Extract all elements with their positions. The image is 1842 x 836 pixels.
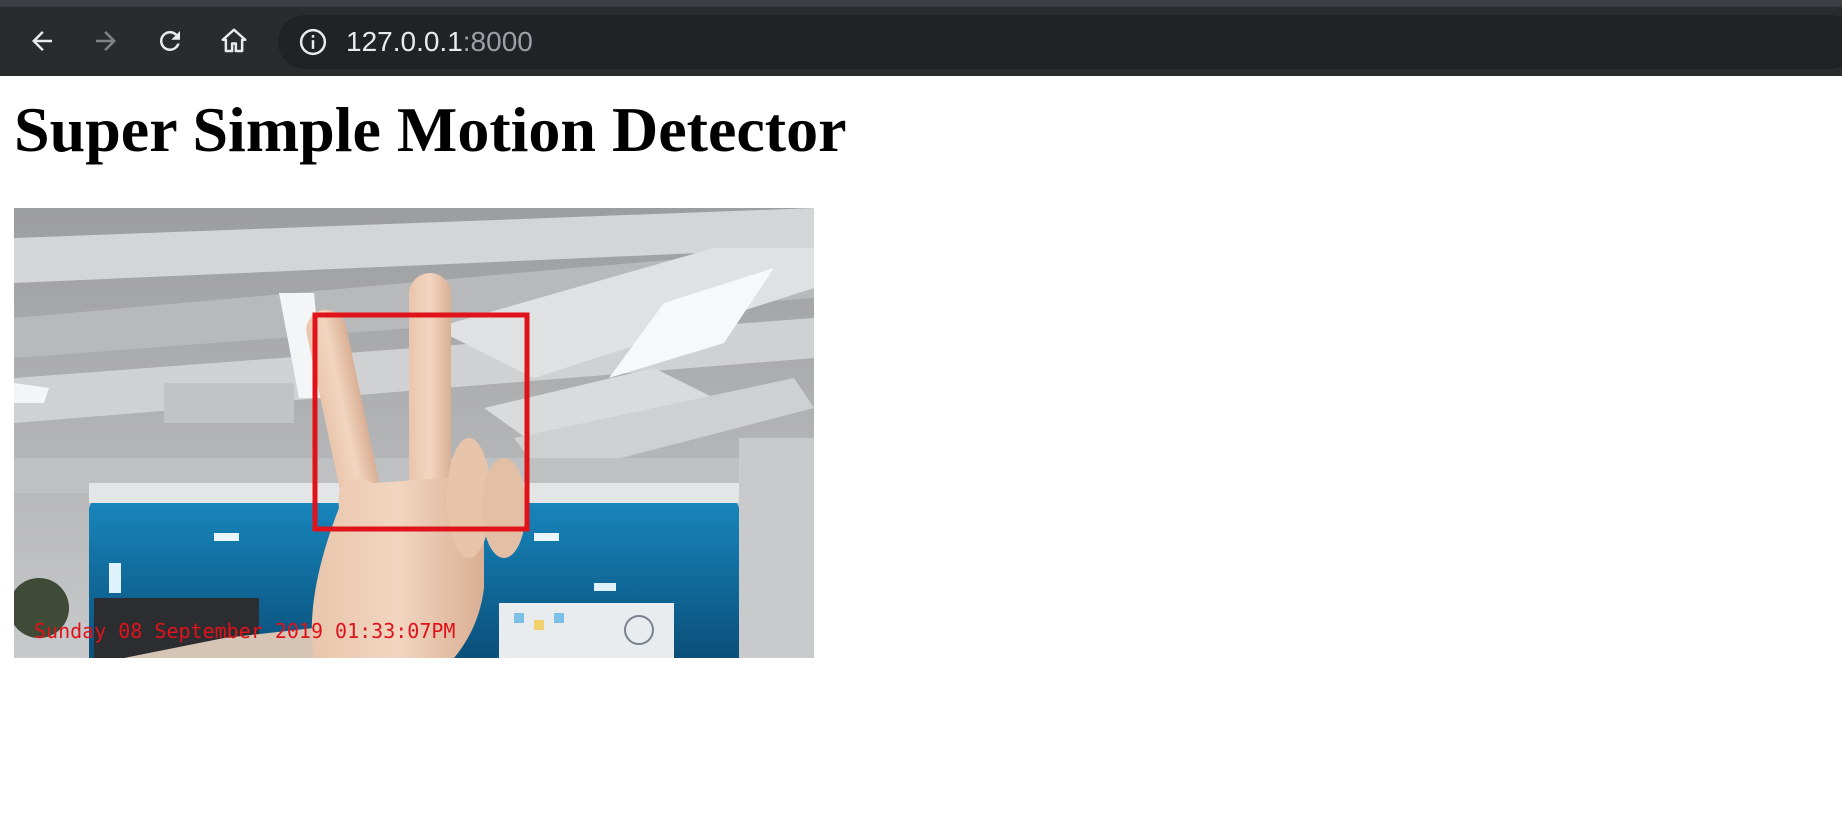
camera-frame: Sunday 08 September 2019 01:33:07PM [14,208,814,658]
browser-toolbar: 127.0.0.1:8000 [0,0,1842,76]
address-bar[interactable]: 127.0.0.1:8000 [278,15,1842,69]
url-host: 127.0.0.1 [346,26,463,57]
url-text[interactable]: 127.0.0.1:8000 [346,26,533,58]
back-button[interactable] [26,25,58,57]
video-timestamp: Sunday 08 September 2019 01:33:07PM [34,619,455,643]
home-button[interactable] [218,25,250,57]
reload-button[interactable] [154,25,186,57]
arrow-right-icon [96,31,116,51]
info-icon[interactable] [298,27,328,57]
reload-icon [159,30,180,51]
url-port: :8000 [462,26,533,57]
forward-button[interactable] [90,25,122,57]
video-feed: Sunday 08 September 2019 01:33:07PM [14,208,814,658]
page-title: Super Simple Motion Detector [14,94,847,165]
home-icon [221,28,247,53]
arrow-left-icon [32,31,52,51]
